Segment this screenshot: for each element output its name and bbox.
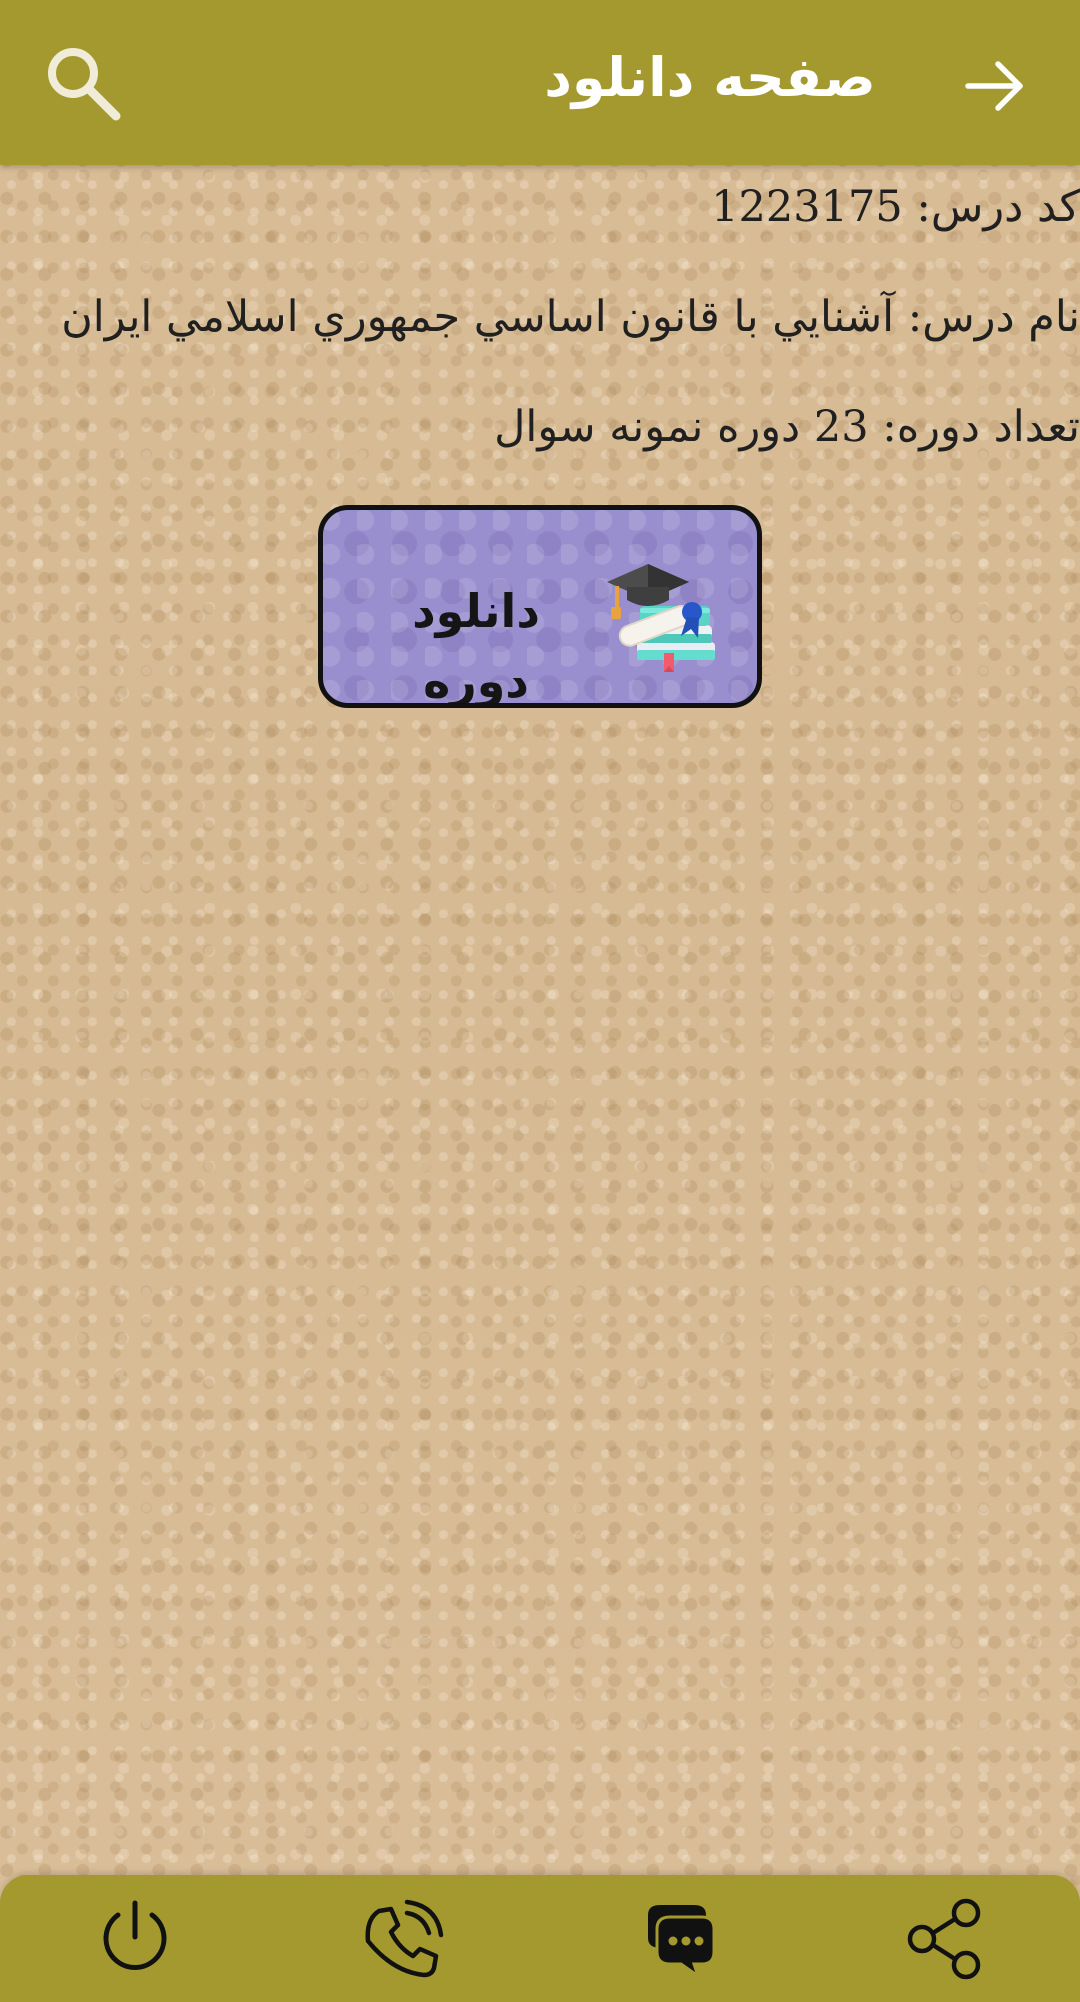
course-count-value: 23 دوره نمونه سوال (494, 402, 869, 452)
course-count-label: تعداد دوره: (882, 402, 1080, 452)
call-button[interactable] (358, 1895, 446, 1983)
phone-icon (358, 1899, 446, 1986)
graduation-books-icon (603, 552, 723, 672)
share-button[interactable] (902, 1895, 990, 1983)
course-count-row: تعداد دوره: 23 دوره نمونه سوال (494, 397, 1080, 457)
search-icon (38, 48, 130, 133)
top-app-bar: صفحه دانلود (0, 0, 1080, 165)
share-icon (902, 1898, 990, 1986)
chat-button[interactable] (630, 1895, 718, 1983)
power-button[interactable] (91, 1895, 179, 1983)
page-title: صفحه دانلود (544, 46, 876, 109)
back-button[interactable] (958, 48, 1034, 124)
bottom-navigation (0, 1875, 1080, 2002)
download-course-label: دانلود دوره (412, 584, 540, 708)
arrow-right-icon (958, 61, 1034, 127)
course-code-row: کد درس: 1223175 (711, 177, 1080, 237)
course-name-value: آشنايي با قانون اساسي جمهوري اسلامي ايرا… (61, 292, 895, 342)
course-code-value: 1223175 (711, 182, 903, 232)
download-course-button[interactable]: دانلود دوره (318, 505, 762, 708)
power-icon (91, 1900, 179, 1986)
chat-icon (630, 1905, 718, 1986)
course-code-label: کد درس: (916, 182, 1080, 232)
search-button[interactable] (38, 38, 130, 130)
course-name-label: نام درس: (907, 292, 1080, 342)
course-name-row: نام درس: آشنايي با قانون اساسي جمهوري اس… (61, 287, 1080, 347)
